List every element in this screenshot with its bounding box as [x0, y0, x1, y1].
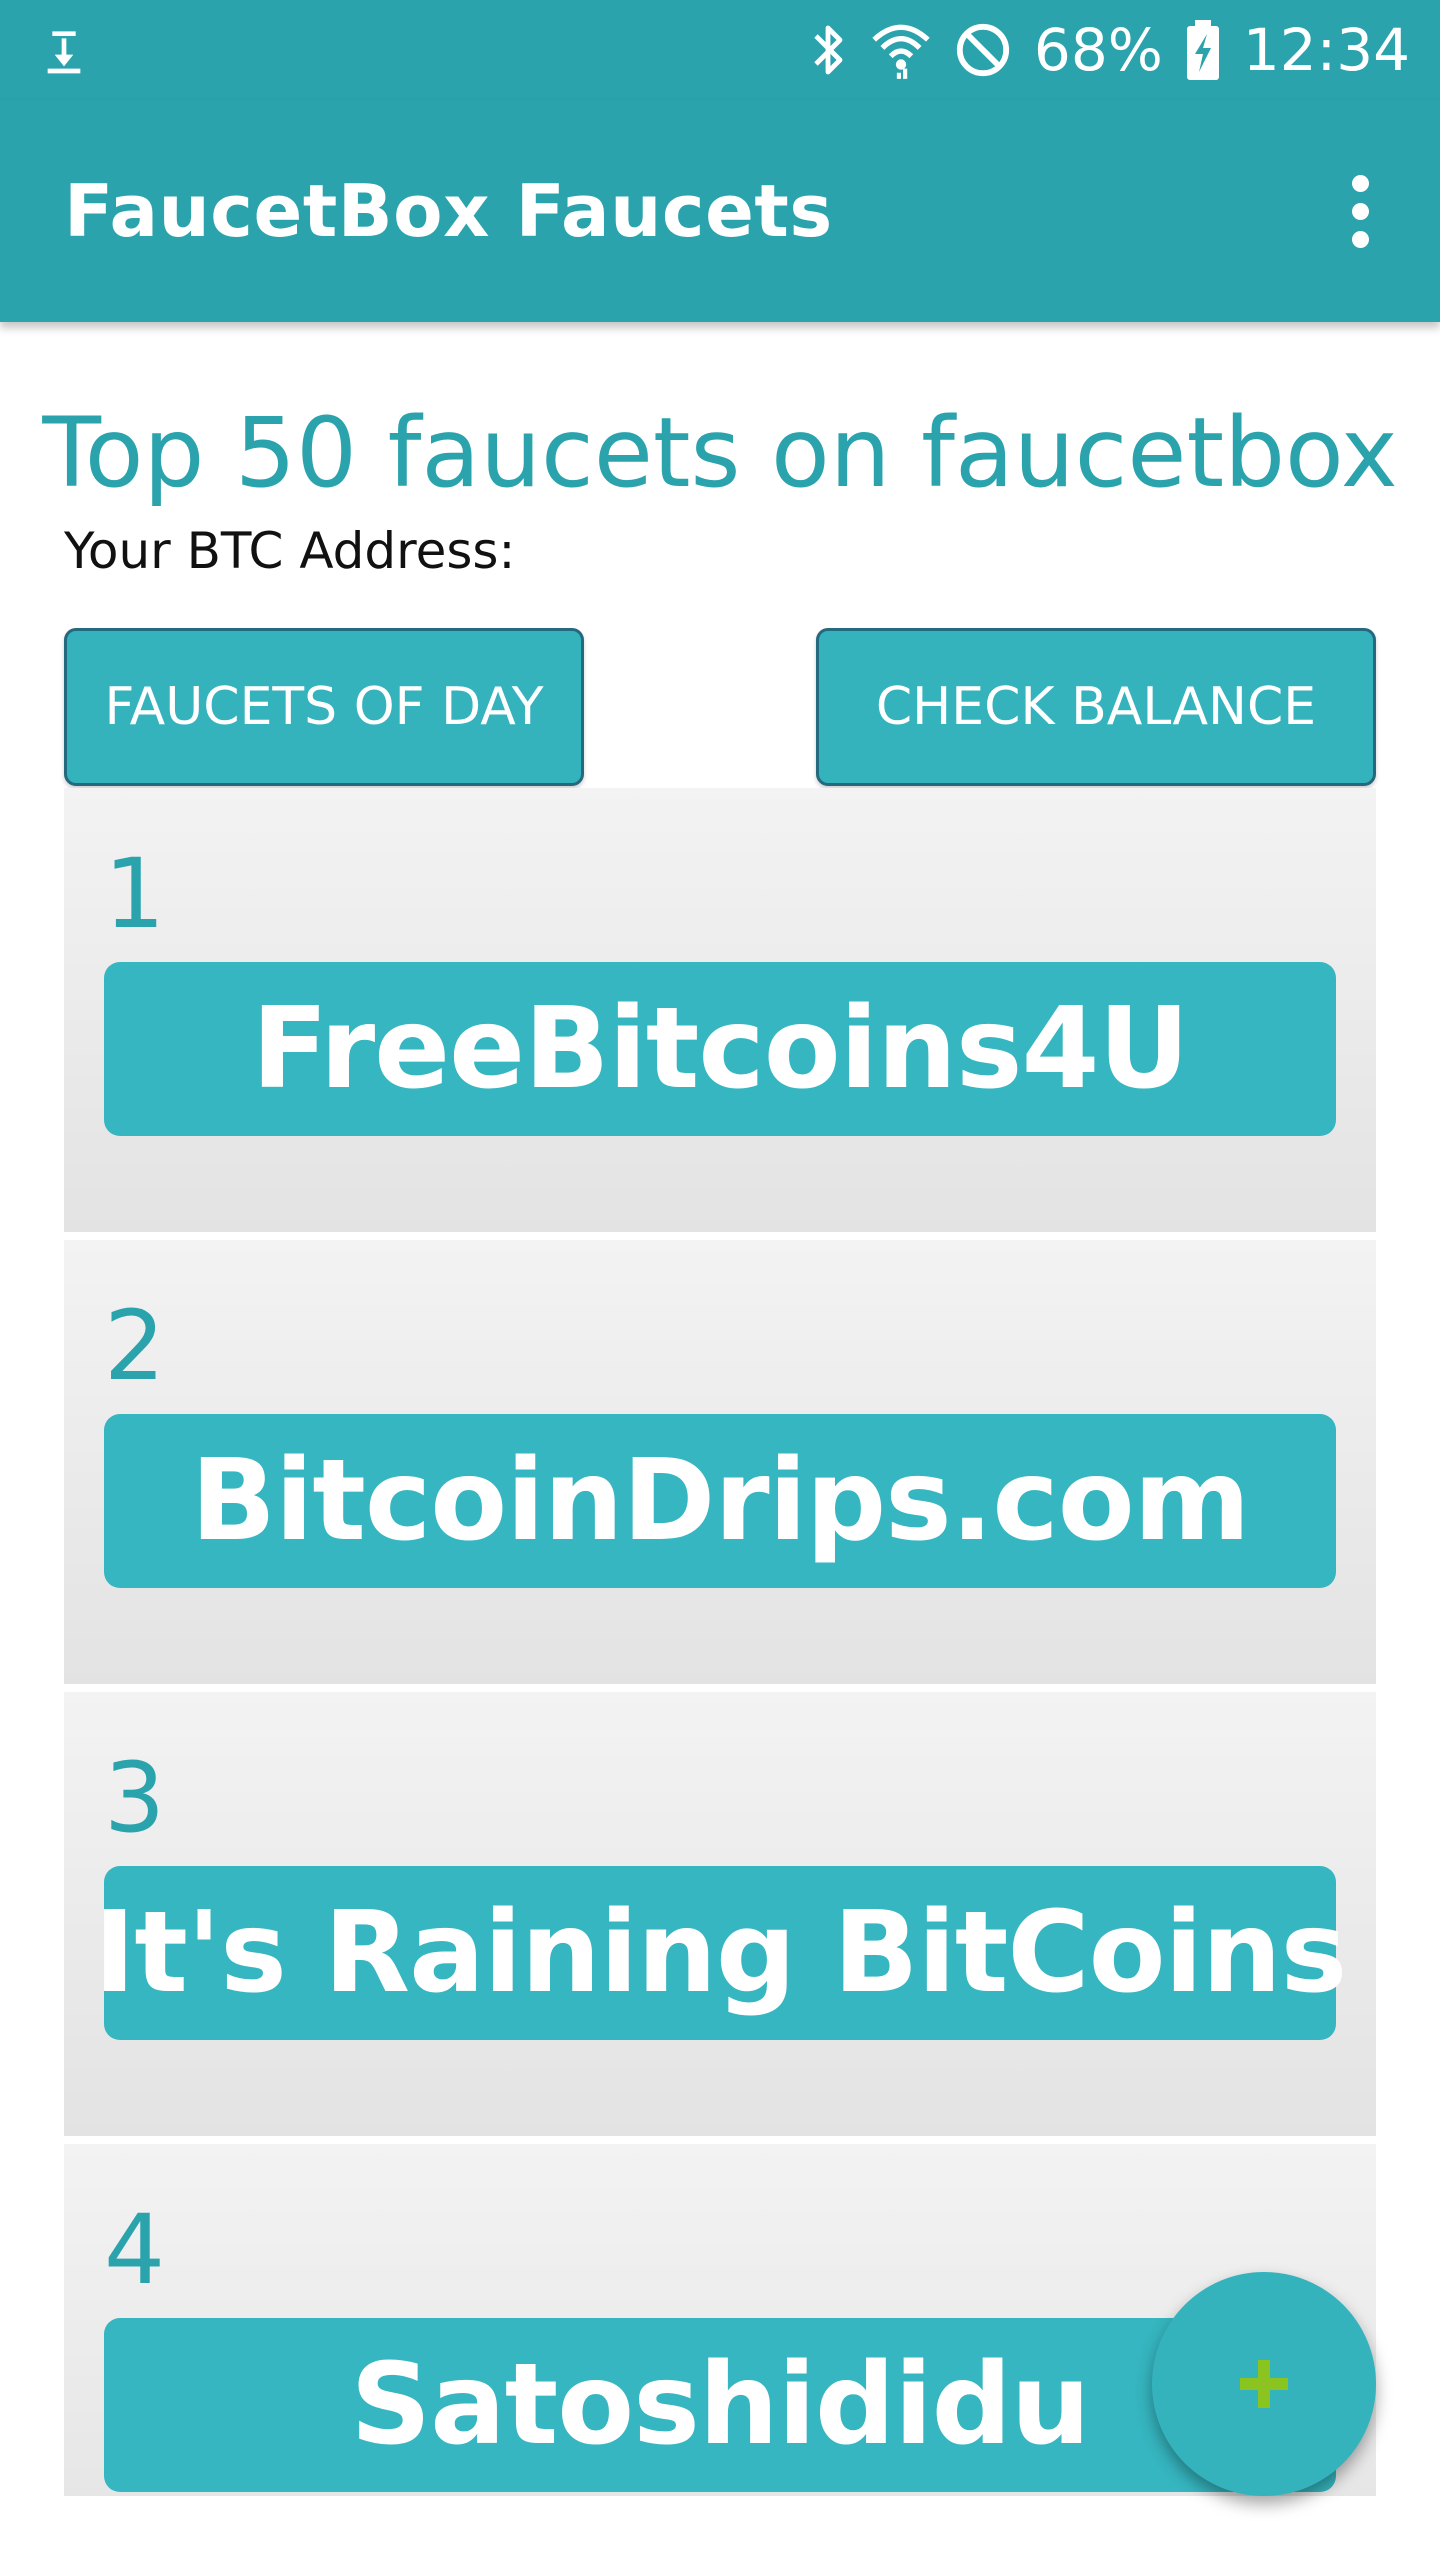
faucet-rank: 2 — [104, 1290, 166, 1402]
battery-percent: 68% — [1033, 16, 1163, 84]
faucet-list[interactable]: 1 FreeBitcoins4U 2 BitcoinDrips.com 3 It… — [64, 788, 1376, 2496]
page-heading: Top 50 faucets on faucetbox — [42, 397, 1398, 509]
screen: 68% 12:34 FaucetBox Faucets Top 50 fauce… — [0, 0, 1440, 2560]
menu-dot — [1351, 202, 1369, 220]
battery-charging-icon — [1186, 20, 1219, 80]
status-icons: 68% 12:34 — [808, 0, 1410, 100]
btc-address-label: Your BTC Address: — [64, 522, 516, 580]
menu-dot — [1351, 174, 1369, 192]
faucet-rank: 4 — [104, 2194, 166, 2306]
do-not-disturb-icon — [956, 23, 1010, 77]
faucet-rank: 3 — [104, 1742, 166, 1854]
app-title: FaucetBox Faucets — [64, 169, 833, 253]
faucet-link-button[interactable]: Satoshididu — [104, 2318, 1336, 2492]
faucet-card: 1 FreeBitcoins4U — [64, 788, 1376, 1236]
faucet-link-button[interactable]: FreeBitcoins4U — [104, 962, 1336, 1136]
bluetooth-icon — [814, 25, 843, 75]
add-fab-button[interactable] — [1152, 2272, 1376, 2496]
download-icon — [47, 31, 81, 74]
wifi-icon — [872, 24, 930, 79]
plus-icon — [1240, 2360, 1288, 2408]
clock: 12:34 — [1242, 16, 1410, 84]
overflow-menu-icon[interactable] — [1320, 171, 1400, 251]
app-bar: FaucetBox Faucets — [0, 100, 1440, 322]
faucets-of-day-button[interactable]: FAUCETS OF DAY — [64, 628, 584, 786]
faucet-link-button[interactable]: It's Raining BitCoins — [94, 1866, 1347, 2040]
faucet-rank: 1 — [104, 838, 166, 950]
check-balance-button[interactable]: CHECK BALANCE — [816, 628, 1376, 786]
faucet-card: 2 BitcoinDrips.com — [64, 1240, 1376, 1688]
menu-dot — [1351, 230, 1369, 248]
faucet-card: 3 It's Raining BitCoins — [64, 1692, 1376, 2140]
faucet-link-button[interactable]: BitcoinDrips.com — [104, 1414, 1336, 1588]
status-bar: 68% 12:34 — [0, 0, 1440, 100]
